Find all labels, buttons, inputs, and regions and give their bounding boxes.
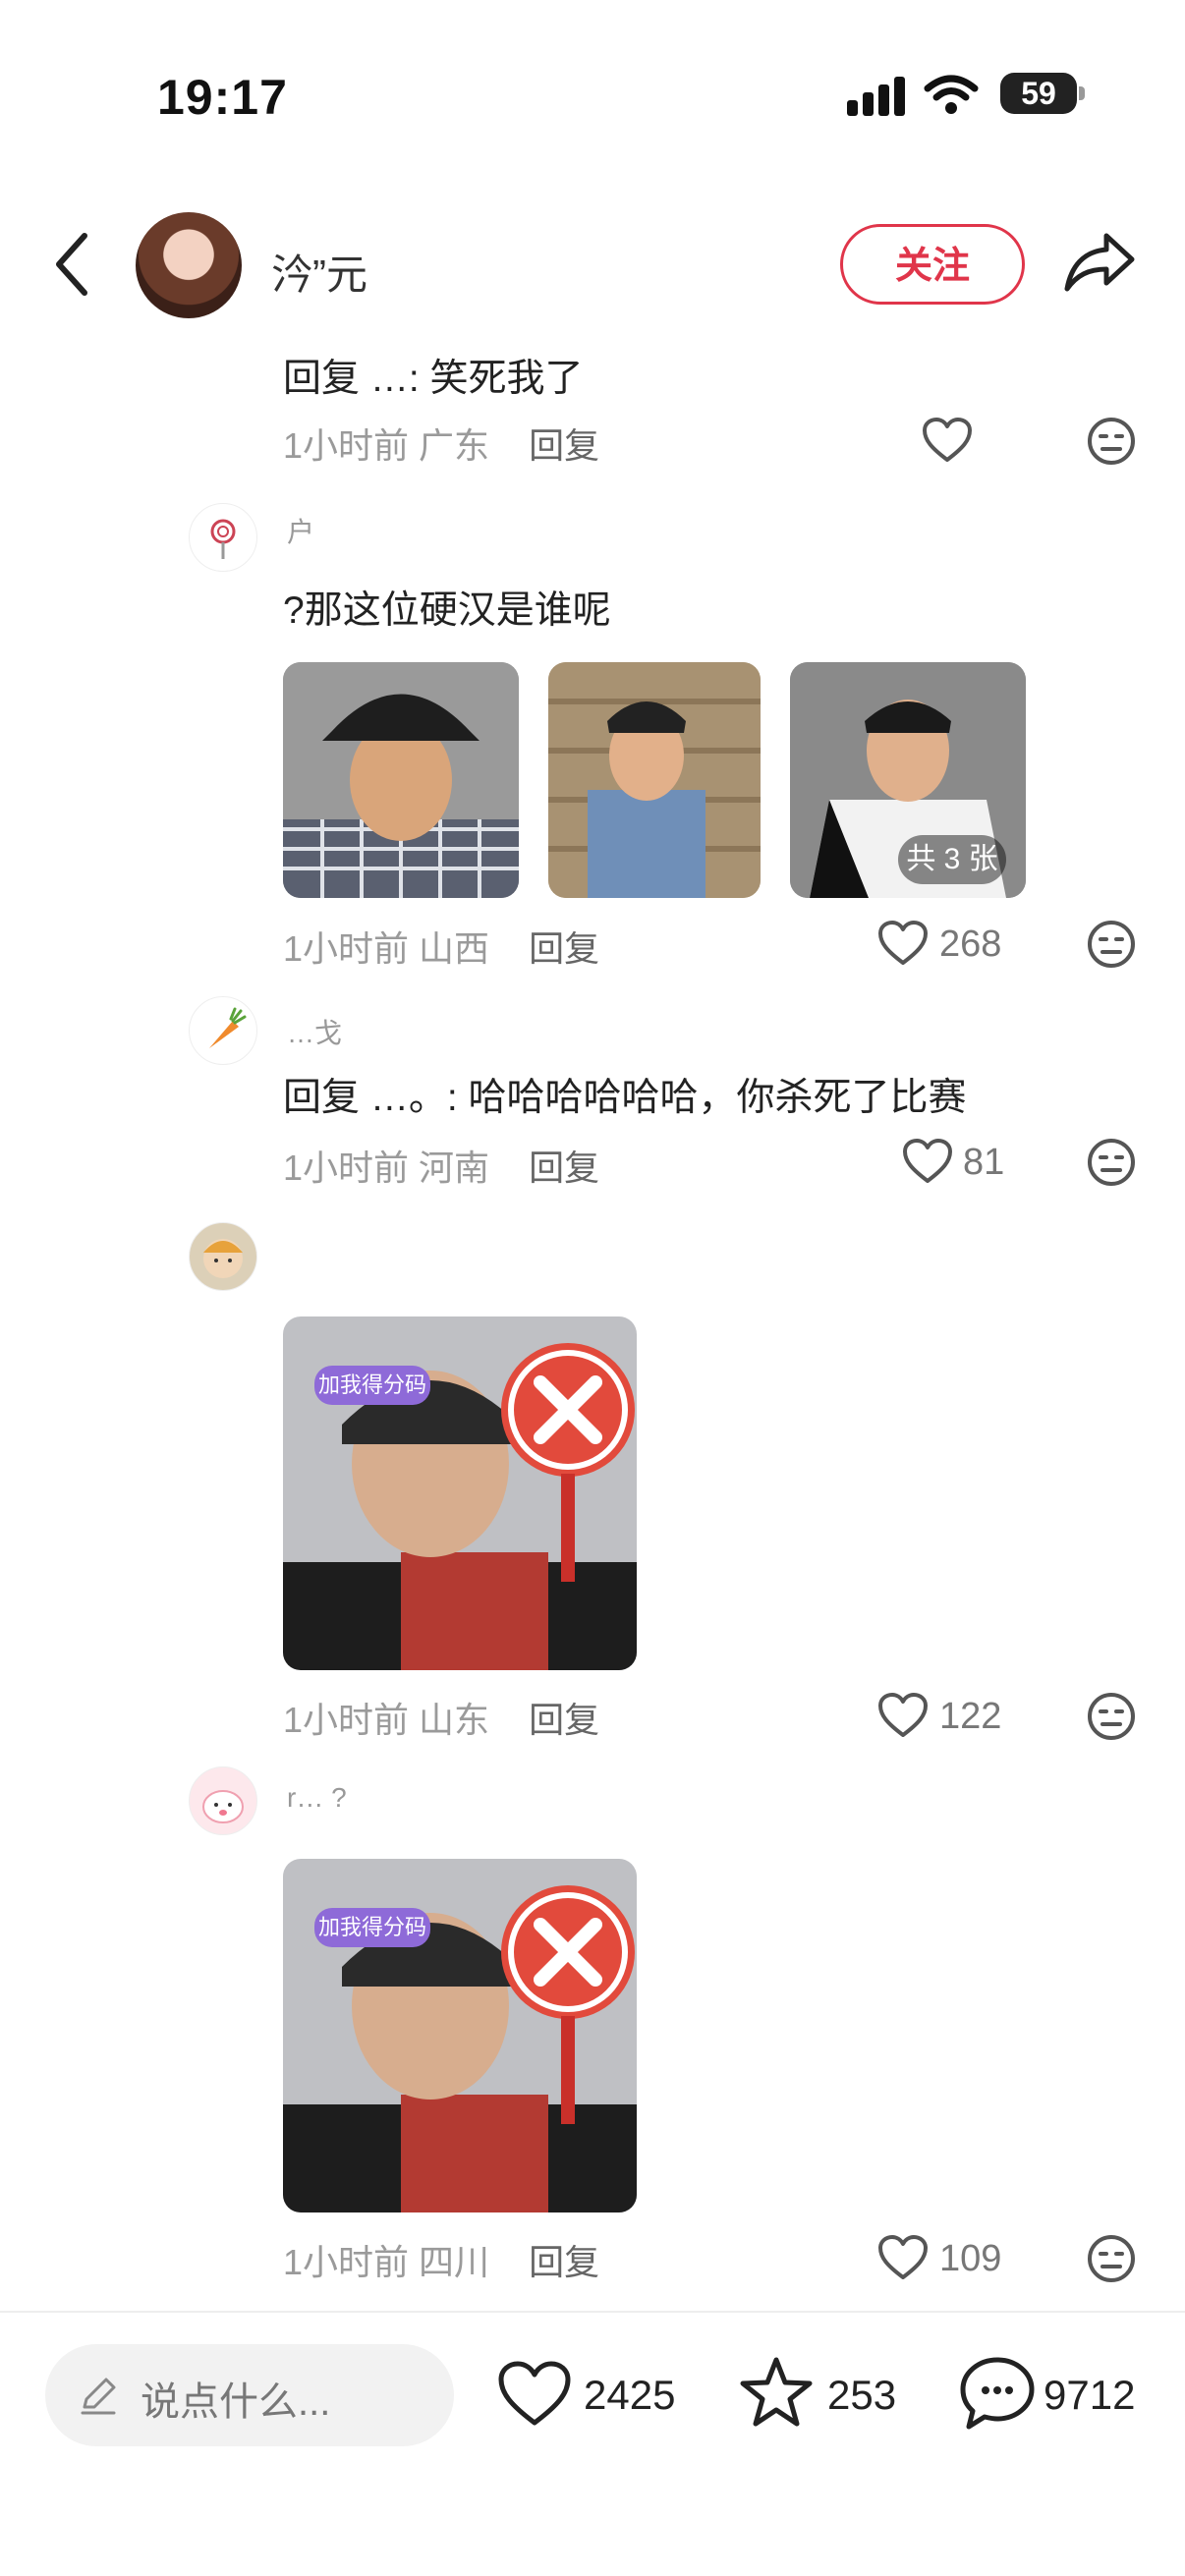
avatar[interactable] [189,1766,257,1835]
comment-location: 河南 [419,1148,490,1188]
comment-meta: 1小时前 广东 回复 [283,418,599,469]
comment-text: 回复 …: 笑死我了 [283,358,584,400]
signal-icon [847,77,905,116]
comment-location: 广东 [419,425,490,466]
comment-image[interactable]: 加我得分码 [283,1859,637,2212]
bottom-divider [0,2311,1185,2313]
like-count: 122 [939,1696,1002,1737]
author-name[interactable]: 汵”元 [271,242,367,302]
post-comment-count: 9712 [1044,2372,1136,2418]
meme-banner: 加我得分码 [318,1916,426,1940]
comment-time: 1小时前 [283,425,410,466]
post-like-count: 2425 [584,2372,676,2418]
post-star-count: 253 [827,2372,897,2418]
reply-button[interactable]: 回复 [529,1700,599,1740]
reply-button[interactable]: 回复 [529,2242,599,2282]
dislike-face-icon[interactable] [1087,1138,1136,1187]
heart-icon[interactable] [877,2234,929,2281]
comment-time: 1小时前 [283,1148,410,1188]
avatar[interactable] [189,503,257,572]
comment-time: 1小时前 [283,928,410,969]
carrot-icon [209,1007,247,1048]
like-count: 109 [939,2238,1002,2279]
comment-time: 1小时前 [283,1700,410,1740]
pencil-icon [81,2378,116,2415]
heart-icon[interactable] [497,2360,572,2429]
comment-meta: 1小时前 山东 回复 [283,1692,599,1743]
username[interactable]: 户 [287,511,314,550]
meme-banner: 加我得分码 [318,1373,426,1398]
star-icon[interactable] [739,2356,814,2429]
heart-icon[interactable] [922,417,973,464]
like-count: 81 [963,1142,1005,1183]
comment-image[interactable] [283,662,519,898]
comment-location: 山西 [419,928,490,969]
username[interactable]: …戈 [287,1012,342,1051]
like-count: 268 [939,924,1002,965]
heart-icon[interactable] [877,920,929,967]
comment-location: 山东 [419,1700,490,1740]
comment-icon[interactable] [959,2356,1036,2431]
avatar[interactable] [189,996,257,1065]
reply-button[interactable]: 回复 [529,425,599,466]
comment-image[interactable] [548,662,761,898]
author-avatar[interactable] [136,212,242,318]
comment-meta: 1小时前 四川 回复 [283,2234,599,2285]
dislike-face-icon[interactable] [1087,2234,1136,2283]
wifi-icon [924,75,979,114]
reply-button[interactable]: 回复 [529,928,599,969]
comment-image[interactable]: 加我得分码 [283,1316,637,1670]
comment-input-placeholder[interactable]: 说点什么... [141,2370,330,2427]
back-icon[interactable] [49,230,94,299]
cartoon-avatar-icon [203,1239,243,1278]
comment-location: 四川 [419,2242,490,2282]
dislike-face-icon[interactable] [1087,1692,1136,1741]
comment-time: 1小时前 [283,2242,410,2282]
cartoon-avatar-icon [202,1790,244,1823]
lollipop-icon [210,519,236,559]
status-time: 19:17 [157,70,288,125]
heart-icon[interactable] [902,1138,953,1185]
image-count-badge: 共 3 张 [898,835,1006,884]
comment-meta: 1小时前 山西 回复 [283,921,599,972]
comment-text: ?那这位硬汉是谁呢 [283,589,611,632]
battery-icon: 59 [1000,73,1077,114]
dislike-face-icon[interactable] [1087,920,1136,969]
share-icon[interactable] [1063,230,1136,295]
heart-icon[interactable] [877,1692,929,1739]
follow-button[interactable]: 关注 [840,224,1025,305]
reply-button[interactable]: 回复 [529,1148,599,1188]
dislike-face-icon[interactable] [1087,417,1136,466]
username[interactable]: r… ? [287,1782,347,1814]
avatar[interactable] [189,1222,257,1291]
battery-tip [1079,86,1085,100]
comment-meta: 1小时前 河南 回复 [283,1140,599,1191]
comment-text: 回复 …。: 哈哈哈哈哈哈，你杀死了比赛 [283,1077,967,1119]
